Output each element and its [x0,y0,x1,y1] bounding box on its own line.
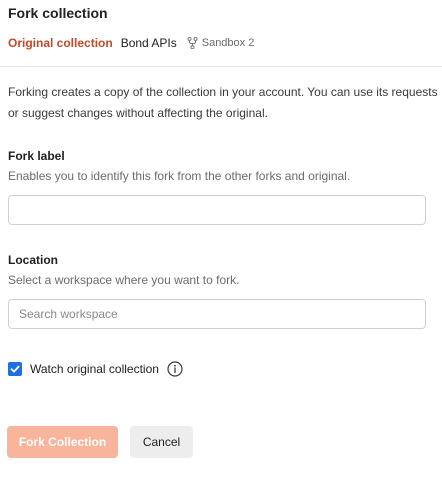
dialog-title: Fork collection [8,5,108,21]
fork-label-hint: Enables you to identify this fork from t… [8,169,351,183]
fork-collection-button[interactable]: Fork Collection [7,426,118,458]
search-workspace-input[interactable] [8,299,426,329]
location-heading: Location [8,253,58,267]
collection-name: Bond APIs [120,36,177,50]
cancel-button[interactable]: Cancel [130,426,193,458]
fork-info: Sandbox 2 [187,37,255,49]
info-icon[interactable] [167,361,183,377]
fork-icon [187,37,198,49]
fork-collection-dialog: Fork collection Original collection Bond… [0,0,442,477]
location-hint: Select a workspace where you want to for… [8,273,240,287]
watch-original-checkbox[interactable] [8,362,22,376]
fork-name: Sandbox 2 [201,37,255,49]
divider [0,66,442,67]
original-collection-label: Original collection [8,36,113,50]
fork-label-input[interactable] [8,195,426,225]
collection-meta: Original collection Bond APIs Sandbox 2 [8,36,254,50]
watch-original-row: Watch original collection [8,361,183,377]
dialog-description: Forking creates a copy of the collection… [8,85,438,120]
watch-original-label[interactable]: Watch original collection [30,362,159,376]
checkmark-icon [10,365,20,373]
fork-label-heading: Fork label [8,149,65,163]
